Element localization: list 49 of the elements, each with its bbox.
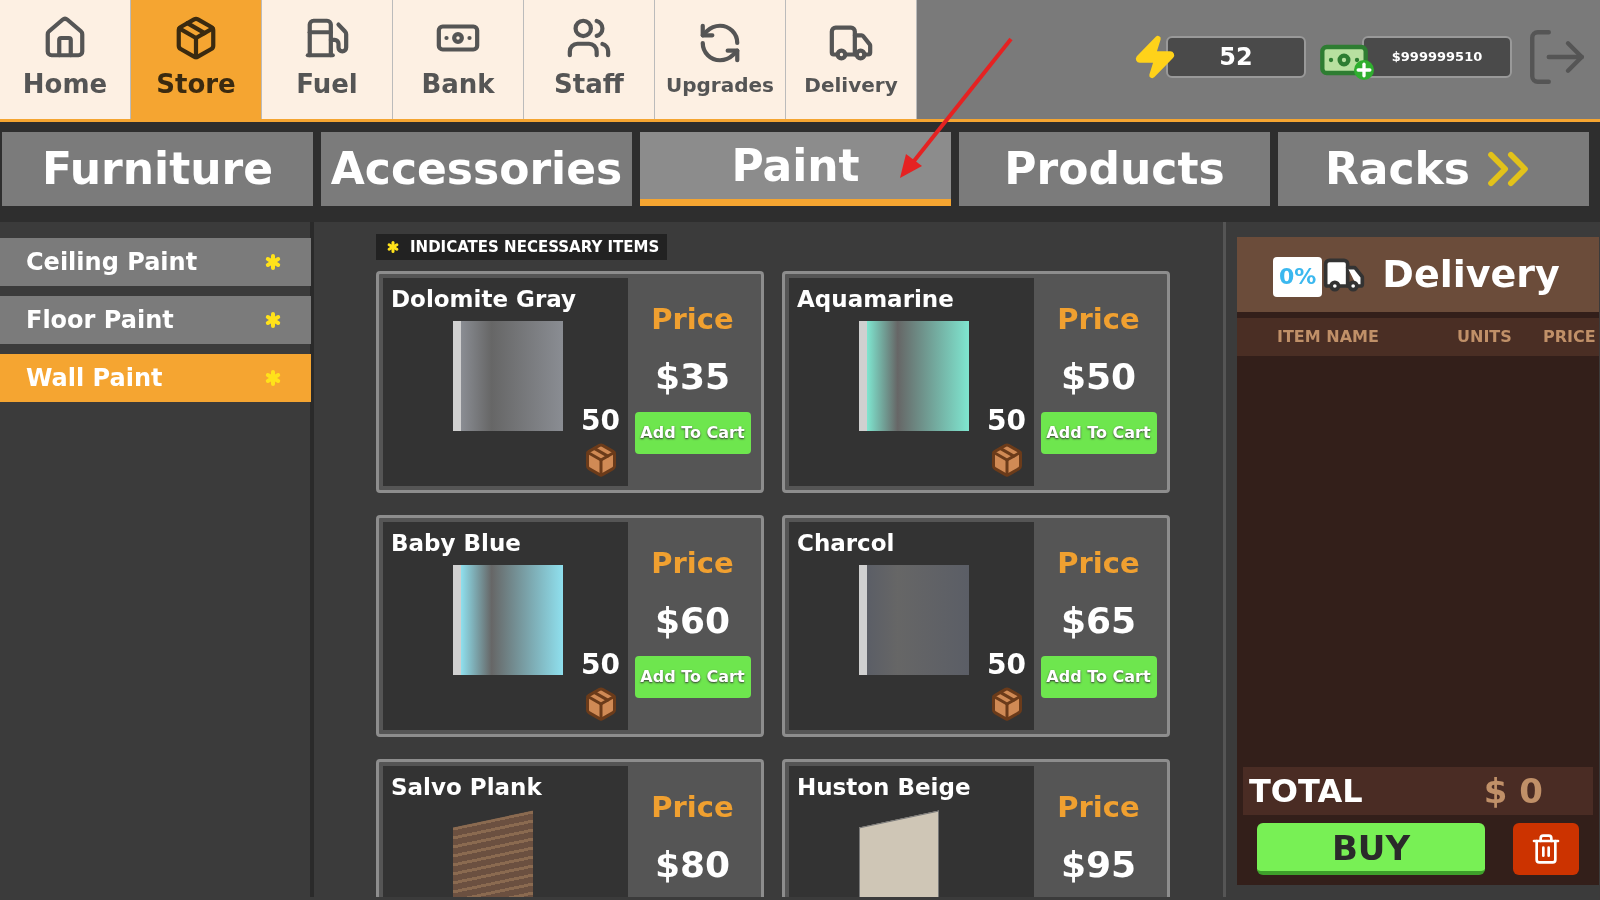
price-label: Price <box>651 789 734 826</box>
price-label: Price <box>1057 301 1140 338</box>
percent-badge: 0% <box>1273 256 1323 297</box>
nav-tab[interactable]: Home <box>0 0 131 119</box>
panel-title: Delivery <box>1382 251 1560 298</box>
quantity-label: 50 <box>581 647 620 683</box>
trash-button[interactable] <box>1513 823 1579 875</box>
column-header: PRICE <box>1543 326 1597 348</box>
price-value: $65 <box>1060 598 1137 643</box>
total-label: TOTAL <box>1249 771 1363 812</box>
quantity-label: 50 <box>987 647 1026 683</box>
category-tab[interactable]: Paint <box>640 132 951 206</box>
category-tab[interactable]: Products <box>959 132 1270 206</box>
category-tab[interactable]: Furniture <box>2 132 313 206</box>
product-name: Dolomite Gray <box>391 285 578 314</box>
quantity-label: 50 <box>581 403 620 439</box>
nav-tab[interactable]: Upgrades <box>655 0 786 119</box>
total-value: $ 0 <box>1483 769 1543 813</box>
column-header: ITEM NAME <box>1277 326 1380 348</box>
sidebar-item[interactable]: Ceiling Paint <box>0 238 311 286</box>
price-value: $95 <box>1060 842 1137 887</box>
price-value: $50 <box>1060 354 1137 399</box>
nav-tab[interactable]: Delivery <box>786 0 917 119</box>
column-header: UNITS <box>1457 326 1513 348</box>
nav-tab[interactable]: Bank <box>393 0 524 119</box>
price-label: Price <box>651 301 734 338</box>
product-name: Huston Beige <box>797 773 972 802</box>
price-label: Price <box>1057 545 1140 582</box>
product-name: Baby Blue <box>391 529 522 558</box>
notice-label: INDICATES NECESSARY ITEMS <box>376 234 668 260</box>
trash-icon <box>1530 833 1562 865</box>
category-tab[interactable]: Racks <box>1278 132 1589 206</box>
price-label: Price <box>651 545 734 582</box>
price-value: $35 <box>654 354 731 399</box>
price-value: $80 <box>654 842 731 887</box>
nav-tab[interactable]: Staff <box>524 0 655 119</box>
quantity-label: 50 <box>987 403 1026 439</box>
product-name: Salvo Plank <box>391 773 543 802</box>
product-name: Charcol <box>797 529 896 558</box>
product-name: Aquamarine <box>797 285 955 314</box>
price-label: Price <box>1057 789 1140 826</box>
sidebar-item[interactable]: Floor Paint <box>0 296 311 344</box>
money-counter: $999999510 <box>1362 36 1512 78</box>
nav-tab[interactable]: Fuel <box>262 0 393 119</box>
buy-button[interactable]: BUY <box>1257 823 1485 875</box>
energy-counter: 52 <box>1166 36 1306 78</box>
nav-tab[interactable]: Store <box>131 0 262 119</box>
category-tab[interactable]: Accessories <box>321 132 632 206</box>
price-value: $60 <box>654 598 731 643</box>
